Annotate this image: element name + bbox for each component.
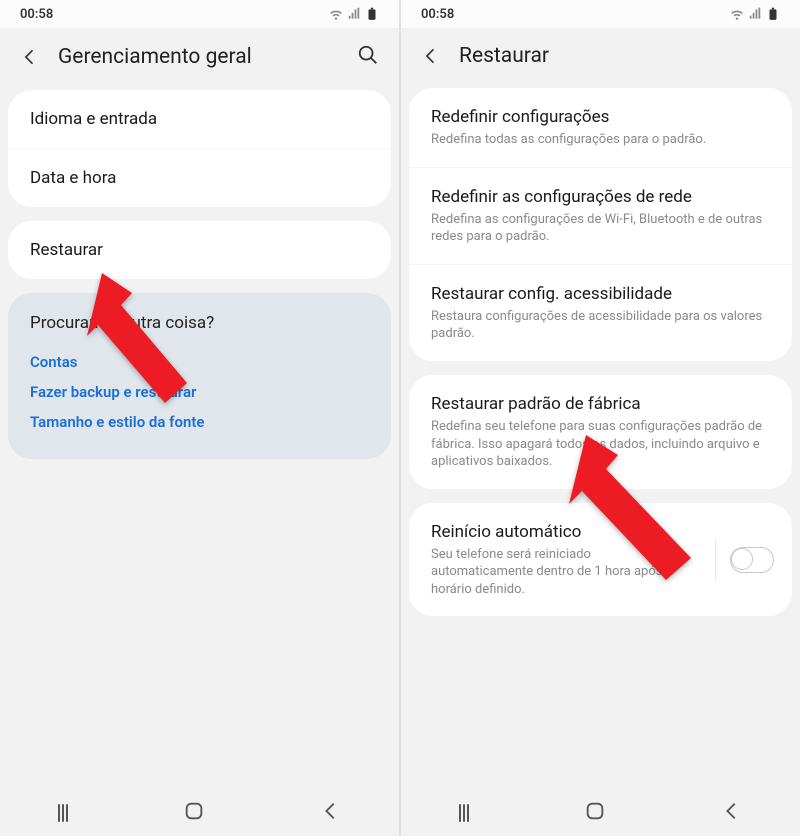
row-subtitle: Redefina as configurações de Wi-Fi, Blue… bbox=[431, 211, 770, 246]
wifi-icon bbox=[329, 7, 343, 21]
status-time: 00:58 bbox=[20, 7, 53, 22]
row-subtitle: Restaura configurações de acessibilidade… bbox=[431, 308, 770, 343]
status-bar: 00:58 bbox=[0, 0, 399, 28]
divider bbox=[715, 540, 716, 580]
header: Gerenciamento geral bbox=[0, 28, 399, 90]
search-icon bbox=[357, 44, 379, 66]
row-title: Redefinir configurações bbox=[431, 106, 770, 128]
header: Restaurar bbox=[401, 28, 800, 88]
content-area: Idioma e entrada Data e hora Restaurar P… bbox=[0, 90, 399, 790]
row-idioma-entrada[interactable]: Idioma e entrada bbox=[8, 90, 391, 148]
row-title: Redefinir as configurações de rede bbox=[431, 186, 770, 208]
wifi-icon bbox=[730, 7, 744, 21]
back-button[interactable] bbox=[20, 47, 40, 67]
row-subtitle: Seu telefone será reiniciado automaticam… bbox=[431, 546, 691, 599]
search-button[interactable] bbox=[357, 44, 379, 70]
settings-group: Restaurar bbox=[8, 221, 391, 279]
phone-screen-right: 00:58 Restaurar Redefinir configurações … bbox=[401, 0, 800, 836]
chevron-left-icon bbox=[320, 800, 342, 822]
signal-icon bbox=[748, 7, 762, 21]
row-title: Data e hora bbox=[30, 167, 369, 189]
page-title: Restaurar bbox=[459, 44, 780, 68]
signal-icon bbox=[347, 7, 361, 21]
link-contas[interactable]: Contas bbox=[30, 347, 369, 377]
content-area: Redefinir configurações Redefina todas a… bbox=[401, 88, 800, 790]
status-time: 00:58 bbox=[421, 7, 454, 22]
toggle-switch[interactable] bbox=[730, 547, 774, 573]
battery-icon bbox=[766, 7, 780, 21]
link-tamanho-fonte[interactable]: Tamanho e estilo da fonte bbox=[30, 407, 369, 437]
row-data-hora[interactable]: Data e hora bbox=[8, 148, 391, 207]
home-icon bbox=[183, 800, 205, 822]
chevron-left-icon bbox=[20, 47, 40, 67]
link-fazer-backup[interactable]: Fazer backup e restaurar bbox=[30, 377, 369, 407]
row-title: Restaurar bbox=[30, 239, 369, 261]
battery-icon bbox=[365, 7, 379, 21]
status-icons bbox=[329, 7, 379, 21]
looking-for-card: Procurando outra coisa? Contas Fazer bac… bbox=[8, 293, 391, 459]
row-restaurar[interactable]: Restaurar bbox=[8, 221, 391, 279]
row-redefinir-rede[interactable]: Redefinir as configurações de rede Redef… bbox=[409, 167, 792, 264]
page-title: Gerenciamento geral bbox=[58, 45, 339, 69]
nav-recents[interactable] bbox=[459, 804, 469, 822]
back-button[interactable] bbox=[421, 46, 441, 66]
status-icons bbox=[730, 7, 780, 21]
row-title: Idioma e entrada bbox=[30, 108, 369, 130]
settings-group: Restaurar padrão de fábrica Redefina seu… bbox=[409, 375, 792, 489]
row-title: Restaurar config. acessibilidade bbox=[431, 283, 770, 305]
row-title: Reinício automático bbox=[431, 521, 691, 543]
row-subtitle: Redefina seu telefone para suas configur… bbox=[431, 418, 770, 471]
settings-group: Idioma e entrada Data e hora bbox=[8, 90, 391, 207]
nav-back[interactable] bbox=[320, 800, 342, 826]
row-restaurar-acessibilidade[interactable]: Restaurar config. acessibilidade Restaur… bbox=[409, 264, 792, 361]
nav-bar bbox=[401, 790, 800, 836]
phone-screen-left: 00:58 Gerenciamento geral Idioma e entra… bbox=[0, 0, 399, 836]
nav-recents[interactable] bbox=[58, 804, 68, 822]
row-reinicio-automatico[interactable]: Reinício automático Seu telefone será re… bbox=[409, 503, 792, 617]
settings-group: Redefinir configurações Redefina todas a… bbox=[409, 88, 792, 361]
chevron-left-icon bbox=[721, 800, 743, 822]
row-restaurar-fabrica[interactable]: Restaurar padrão de fábrica Redefina seu… bbox=[409, 375, 792, 489]
nav-bar bbox=[0, 790, 399, 836]
nav-home[interactable] bbox=[183, 800, 205, 826]
nav-home[interactable] bbox=[584, 800, 606, 826]
status-bar: 00:58 bbox=[401, 0, 800, 28]
home-icon bbox=[584, 800, 606, 822]
info-title: Procurando outra coisa? bbox=[30, 313, 369, 333]
row-redefinir-config[interactable]: Redefinir configurações Redefina todas a… bbox=[409, 88, 792, 167]
row-subtitle: Redefina todas as configurações para o p… bbox=[431, 131, 770, 149]
chevron-left-icon bbox=[421, 46, 441, 66]
row-title: Restaurar padrão de fábrica bbox=[431, 393, 770, 415]
nav-back[interactable] bbox=[721, 800, 743, 826]
settings-group: Reinício automático Seu telefone será re… bbox=[409, 503, 792, 617]
